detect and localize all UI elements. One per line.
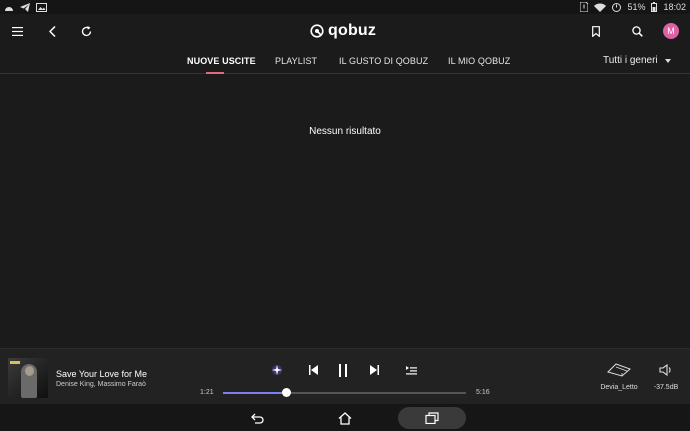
tab-il-mio-qobuz[interactable]: IL MIO QOBUZ [448,56,510,66]
back-arrow-icon [251,413,264,424]
output-device-name: Devia_Letto [600,384,638,391]
pause-button[interactable] [333,361,353,379]
next-button[interactable] [364,361,384,379]
status-bar: 51% 18:02 [0,0,690,14]
tab-nuove-uscite[interactable]: NUOVE USCITE [187,56,256,66]
menu-button[interactable] [0,14,34,48]
album-cover[interactable] [8,358,48,398]
android-icon [4,2,14,12]
bookmarks-button[interactable] [579,14,613,48]
image-icon [36,2,47,12]
sim-alert-icon [580,2,589,12]
sparkle-icon [272,365,282,375]
active-tab-indicator [206,72,224,74]
qobuz-logo: qobuz [310,21,376,41]
app-header: qobuz M [0,14,690,48]
empty-results-message: Nessun risultato [309,126,381,137]
home-icon [338,411,352,425]
tab-playlist[interactable]: PLAYLIST [275,56,317,66]
caret-down-icon [664,58,671,63]
genre-dropdown-label: Tutti i generi [603,55,658,66]
battery-percentage: 51% [627,2,646,12]
refresh-button[interactable] [69,14,103,48]
refresh-icon [81,25,91,36]
wifi-icon [594,2,607,12]
cover-title-mark [10,361,20,364]
tab-bar: NUOVE USCITE PLAYLIST IL GUSTO DI QOBUZ … [0,48,690,74]
player-bar: Save Your Love for Me Denise King, Massi… [0,348,690,404]
hamburger-menu-icon [11,26,23,36]
skip-previous-icon [308,365,318,375]
system-navigation-bar [0,404,690,431]
search-button[interactable] [620,14,654,48]
bookmark-icon [592,25,600,37]
skip-next-icon [369,365,379,375]
main-content: Nessun risultato [0,75,690,348]
user-avatar[interactable]: M [663,23,679,39]
queue-list-icon [405,365,417,374]
hires-button[interactable] [267,361,287,379]
seek-bar[interactable] [223,388,466,397]
cover-face [25,366,34,376]
qobuz-logo-icon [310,24,324,38]
pause-icon [339,363,347,377]
track-artist[interactable]: Denise King, Massimo Faraò [56,381,146,388]
battery-icon [651,2,658,12]
elapsed-time: 1:21 [200,389,214,396]
tab-il-gusto-di-qobuz[interactable]: IL GUSTO DI QOBUZ [339,56,428,66]
genre-dropdown[interactable]: Tutti i generi [603,55,671,66]
search-icon [631,25,643,37]
speaker-device-icon [607,363,631,377]
chevron-left-icon [48,25,56,37]
track-title[interactable]: Save Your Love for Me [56,369,147,379]
queue-button[interactable] [401,361,421,379]
output-device-button[interactable]: Devia_Letto [600,363,638,395]
system-home-button[interactable] [331,407,359,429]
battery-saver-icon [612,2,622,12]
seek-handle[interactable] [282,388,292,397]
telegram-icon [20,2,30,12]
seek-bar-progress [223,392,287,394]
volume-button[interactable]: -37.5dB [652,363,680,395]
previous-button[interactable] [303,361,323,379]
system-back-button[interactable] [244,407,272,429]
volume-icon [659,364,671,376]
system-recents-button[interactable] [398,407,466,429]
back-button[interactable] [35,14,69,48]
total-duration: 5:16 [476,389,490,396]
volume-level: -37.5dB [653,384,679,391]
logo-text: qobuz [328,22,377,39]
clock: 18:02 [663,2,686,12]
recent-apps-icon [425,412,439,424]
